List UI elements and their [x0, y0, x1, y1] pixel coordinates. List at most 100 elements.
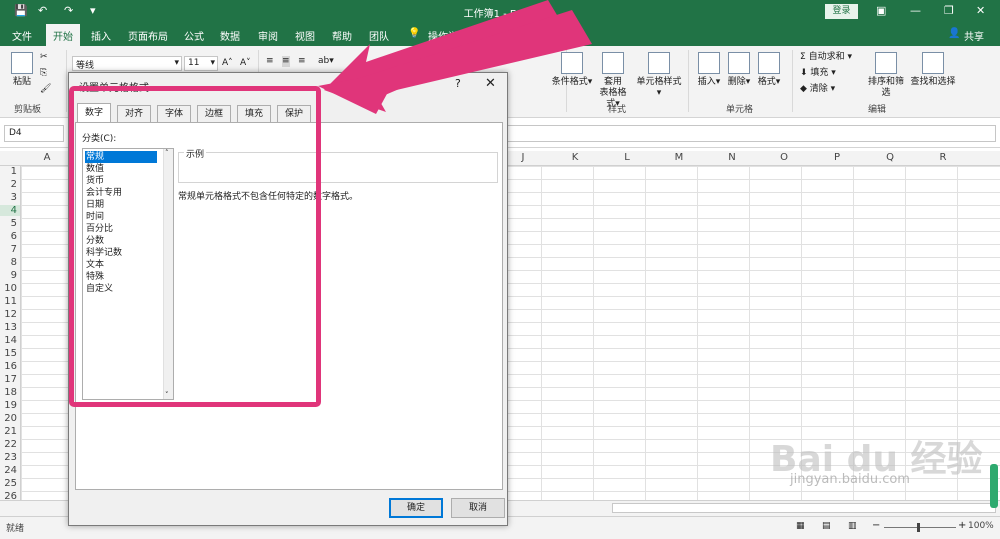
fill-button[interactable]: ⬇ 填充 ▾ — [800, 68, 836, 79]
row-header[interactable]: 20 — [0, 413, 20, 424]
cut-icon[interactable]: ✂ — [40, 52, 48, 63]
increase-font-icon[interactable]: A˄ — [222, 58, 233, 69]
column-header[interactable]: M — [653, 152, 705, 163]
name-box[interactable]: D4 — [4, 125, 64, 142]
row-header[interactable]: 16 — [0, 361, 20, 372]
divider — [66, 50, 67, 112]
row-header[interactable]: 13 — [0, 322, 20, 333]
fill-down-icon: ⬇ — [800, 68, 811, 78]
sort-filter-button[interactable]: 排序和筛选 — [864, 52, 908, 99]
orientation-icon[interactable]: ab▾ — [318, 56, 334, 67]
divider — [792, 50, 793, 112]
delete-cells-button[interactable]: 删除▾ — [726, 52, 752, 88]
row-header[interactable]: 1 — [0, 166, 20, 177]
find-select-button[interactable]: 查找和选择 — [910, 52, 956, 88]
tab-file[interactable]: 文件 — [12, 28, 32, 43]
align-middle-icon[interactable]: ≡ — [282, 56, 290, 67]
ok-button[interactable]: 确定 — [389, 498, 443, 518]
share-button[interactable]: 共享 — [964, 28, 984, 43]
row-header[interactable]: 6 — [0, 231, 20, 242]
cell-styles-button[interactable]: 单元格样式▾ — [636, 52, 682, 99]
editing-group-label: 编辑 — [868, 105, 887, 115]
column-header[interactable]: O — [758, 152, 810, 163]
tab-help[interactable]: 帮助 — [332, 28, 352, 43]
row-header[interactable]: 10 — [0, 283, 20, 294]
row-header[interactable]: 19 — [0, 400, 20, 411]
row-header[interactable]: 5 — [0, 218, 20, 229]
tell-me-search[interactable]: 操作说明搜索 — [428, 28, 488, 43]
help-icon[interactable]: ? — [455, 77, 461, 90]
row-header[interactable]: 7 — [0, 244, 20, 255]
tab-team[interactable]: 团队 — [369, 28, 389, 43]
lightbulb-icon: 💡 — [408, 28, 421, 39]
align-top-icon[interactable]: ≡ — [266, 56, 274, 67]
paste-button[interactable]: 粘贴 — [8, 52, 36, 88]
row-header[interactable]: 9 — [0, 270, 20, 281]
minimize-icon[interactable]: — — [910, 4, 921, 17]
tab-review[interactable]: 审阅 — [258, 28, 278, 43]
row-header[interactable]: 4 — [0, 205, 20, 216]
autosum-button[interactable]: Σ 自动求和 ▾ — [800, 52, 852, 63]
row-header[interactable]: 21 — [0, 426, 20, 437]
copy-icon[interactable]: ⎘ — [40, 68, 47, 79]
ribbon-display-icon[interactable]: ▣ — [876, 4, 886, 17]
column-header[interactable]: N — [706, 152, 758, 163]
row-header[interactable]: 8 — [0, 257, 20, 268]
zoom-level[interactable]: 100% — [968, 521, 994, 531]
row-header[interactable]: 12 — [0, 309, 20, 320]
conditional-format-icon — [561, 52, 583, 74]
normal-view-icon[interactable]: ▦ — [796, 521, 805, 531]
tab-insert[interactable]: 插入 — [91, 28, 111, 43]
close-icon[interactable]: ✕ — [485, 76, 496, 91]
row-header[interactable]: 18 — [0, 387, 20, 398]
tab-data[interactable]: 数据 — [220, 28, 240, 43]
vertical-scrollbar-thumb[interactable] — [990, 464, 998, 508]
maximize-icon[interactable]: ❐ — [944, 4, 954, 17]
sign-in-button[interactable]: 登录 — [825, 4, 858, 19]
tab-page-layout[interactable]: 页面布局 — [128, 28, 168, 43]
tab-home[interactable]: 开始 — [46, 24, 80, 46]
format-cells-icon — [758, 52, 780, 74]
divider — [688, 50, 689, 112]
row-header[interactable]: 14 — [0, 335, 20, 346]
cancel-button[interactable]: 取消 — [451, 498, 505, 518]
column-header[interactable]: P — [811, 152, 863, 163]
annotation-highlight-box — [69, 86, 321, 407]
row-header[interactable]: 22 — [0, 439, 20, 450]
zoom-slider-thumb[interactable] — [917, 523, 920, 532]
column-header[interactable]: L — [601, 152, 653, 163]
tab-view[interactable]: 视图 — [295, 28, 315, 43]
column-header[interactable]: K — [549, 152, 601, 163]
insert-cells-button[interactable]: 插入▾ — [696, 52, 722, 88]
close-window-icon[interactable]: ✕ — [976, 4, 985, 17]
zoom-out-icon[interactable]: − — [872, 520, 880, 531]
horizontal-scrollbar[interactable] — [612, 503, 996, 513]
row-header[interactable]: 2 — [0, 179, 20, 190]
row-header[interactable]: 24 — [0, 465, 20, 476]
row-header[interactable]: 11 — [0, 296, 20, 307]
row-header[interactable]: 17 — [0, 374, 20, 385]
conditional-format-button[interactable]: 条件格式▾ — [550, 52, 594, 88]
zoom-slider[interactable] — [884, 527, 956, 528]
row-header[interactable]: 3 — [0, 192, 20, 203]
font-size-select[interactable]: 11 ▾ — [184, 56, 218, 71]
format-cells-button[interactable]: 格式▾ — [756, 52, 782, 88]
zoom-in-icon[interactable]: + — [958, 520, 966, 531]
decrease-font-icon[interactable]: A˅ — [240, 58, 251, 69]
tab-formulas[interactable]: 公式 — [184, 28, 204, 43]
row-header[interactable]: 15 — [0, 348, 20, 359]
share-icon: 👤 — [948, 28, 961, 39]
row-header[interactable]: 23 — [0, 452, 20, 463]
page-layout-view-icon[interactable]: ▤ — [822, 521, 831, 531]
clear-button[interactable]: ◆ 清除 ▾ — [800, 84, 835, 95]
column-header[interactable]: R — [917, 152, 969, 163]
column-header[interactable]: Q — [864, 152, 916, 163]
format-painter-icon[interactable]: 🖌 — [40, 84, 51, 95]
row-header[interactable]: 25 — [0, 478, 20, 489]
page-break-view-icon[interactable]: ▥ — [848, 521, 857, 531]
status-ready: 就绪 — [6, 524, 25, 534]
align-bottom-icon[interactable]: ≡ — [298, 56, 306, 67]
font-name-select[interactable]: 等线 ▾ — [72, 56, 182, 71]
ribbon-tabs: 文件 开始 插入 页面布局 公式 数据 审阅 视图 帮助 团队 💡 操作说明搜索… — [0, 24, 1000, 46]
column-header[interactable]: A — [21, 152, 73, 163]
